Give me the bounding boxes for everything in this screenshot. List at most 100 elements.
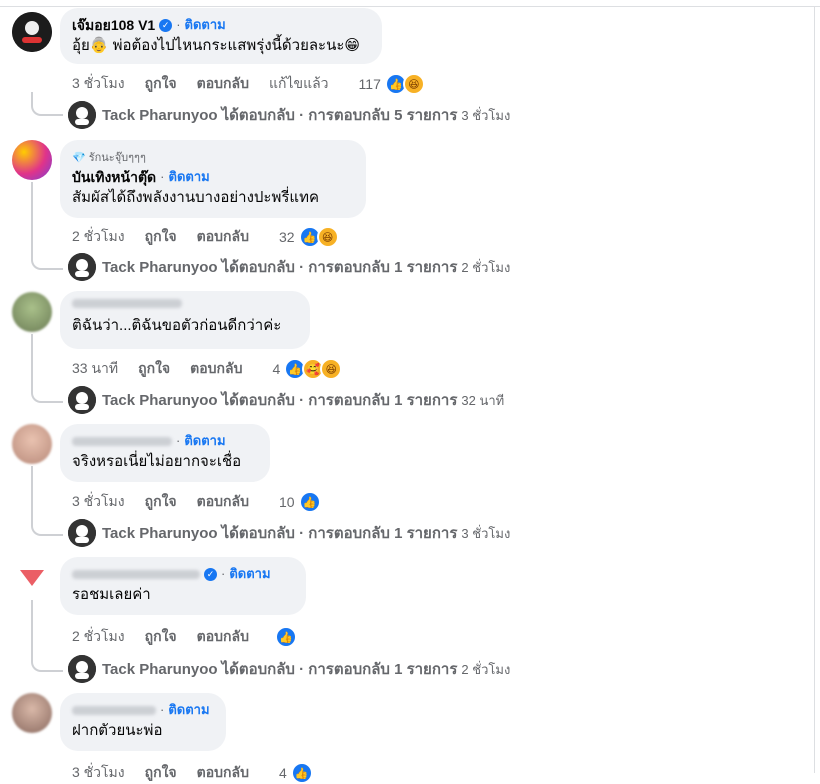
- reply-time: 2 ชั่วโมง: [461, 661, 511, 677]
- edited-label[interactable]: แก้ไขแล้ว: [269, 73, 329, 95]
- author-name-blurred: [72, 299, 182, 308]
- comment-actions: 3 ชั่วโมง ถูกใจ ตอบกลับ แก้ไขแล้ว 117 👍 …: [72, 73, 425, 95]
- author-name-blurred: [72, 705, 156, 715]
- avatar[interactable]: [12, 12, 52, 52]
- timestamp[interactable]: 33 นาที: [72, 358, 118, 380]
- author-line: เจ๊มอย108 V1 ✓ · ติดตาม: [72, 16, 370, 34]
- like-reaction-icon: 👍: [274, 626, 297, 648]
- author-line: ✓ · ติดตาม: [72, 565, 294, 583]
- thread-connector: [31, 182, 63, 270]
- author-name[interactable]: บันเทิงหน้าตุ๊ด: [72, 168, 156, 186]
- reply-author: Tack Pharunyoo: [102, 258, 218, 276]
- reactions[interactable]: 4 👍 🥰 😆: [272, 358, 343, 380]
- reactions[interactable]: 32 👍 😆: [279, 226, 339, 248]
- thread-connector: [31, 334, 63, 403]
- right-divider: [814, 6, 815, 773]
- haha-reaction-icon: 😆: [316, 226, 339, 248]
- reply-count-text: ได้ตอบกลับ · การตอบกลับ 5 รายการ: [221, 107, 458, 124]
- reply-summary[interactable]: Tack Pharunyoo ได้ตอบกลับ · การตอบกลับ 1…: [68, 253, 510, 281]
- author-line: [72, 299, 298, 308]
- author-line: · ติดตาม: [72, 701, 214, 719]
- author-name[interactable]: เจ๊มอย108 V1: [72, 16, 155, 34]
- reply-button[interactable]: ตอบกลับ: [190, 358, 242, 380]
- comment-actions: 3 ชั่วโมง ถูกใจ ตอบกลับ 10 👍: [72, 491, 321, 513]
- reply-button[interactable]: ตอบกลับ: [197, 491, 249, 513]
- like-button[interactable]: ถูกใจ: [145, 226, 177, 248]
- separator-dot: ·: [160, 169, 165, 184]
- reply-author: Tack Pharunyoo: [102, 106, 218, 124]
- reply-author: Tack Pharunyoo: [102, 391, 218, 409]
- reply-summary[interactable]: Tack Pharunyoo ได้ตอบกลับ · การตอบกลับ 5…: [68, 101, 510, 129]
- avatar[interactable]: [12, 558, 52, 598]
- author-line: · ติดตาม: [72, 432, 258, 450]
- avatar[interactable]: [12, 424, 52, 464]
- verified-badge-icon: ✓: [204, 567, 217, 581]
- reaction-count: 4: [272, 361, 281, 377]
- avatar-image: [20, 570, 44, 586]
- like-button[interactable]: ถูกใจ: [138, 358, 170, 380]
- comment-text: รอชมเลยค่า: [72, 586, 151, 603]
- like-button[interactable]: ถูกใจ: [145, 762, 177, 784]
- comment-actions: 2 ชั่วโมง ถูกใจ ตอบกลับ 👍: [72, 626, 297, 648]
- reply-count-text: ได้ตอบกลับ · การตอบกลับ 1 รายการ: [221, 661, 458, 678]
- top-divider: [0, 6, 820, 7]
- reaction-count: 4: [278, 765, 287, 781]
- avatar-image: [12, 12, 52, 52]
- reply-summary[interactable]: Tack Pharunyoo ได้ตอบกลับ · การตอบกลับ 1…: [68, 386, 504, 414]
- reactions[interactable]: 117 👍 😆: [359, 73, 425, 95]
- verified-badge-icon: ✓: [159, 18, 173, 32]
- reply-button[interactable]: ตอบกลับ: [197, 73, 249, 95]
- follow-button[interactable]: ติดตาม: [185, 16, 226, 34]
- reply-count-text: ได้ตอบกลับ · การตอบกลับ 1 รายการ: [221, 525, 458, 542]
- reaction-count: 117: [358, 76, 381, 92]
- like-reaction-icon: 👍: [290, 762, 313, 784]
- timestamp[interactable]: 3 ชั่วโมง: [72, 491, 125, 513]
- comment-text: จริงหรอเนี่ยไม่อยากจะเชื่อ: [72, 453, 242, 470]
- comment-actions: 33 นาที ถูกใจ ตอบกลับ 4 👍 🥰 😆: [72, 358, 343, 380]
- reply-avatar: [68, 655, 96, 683]
- avatar[interactable]: [12, 292, 52, 332]
- reactions[interactable]: 👍: [274, 626, 297, 648]
- timestamp[interactable]: 3 ชั่วโมง: [72, 762, 125, 784]
- follow-button[interactable]: ติดตาม: [184, 432, 225, 450]
- thread-connector: [31, 466, 63, 536]
- gem-badge-icon: 💎: [72, 151, 86, 164]
- timestamp[interactable]: 2 ชั่วโมง: [72, 226, 125, 248]
- reply-avatar: [68, 519, 96, 547]
- reactions[interactable]: 10 👍: [279, 491, 321, 513]
- reply-summary[interactable]: Tack Pharunyoo ได้ตอบกลับ · การตอบกลับ 1…: [68, 519, 510, 547]
- reply-time: 3 ชั่วโมง: [461, 525, 511, 541]
- author-name-blurred: [72, 569, 200, 579]
- comment-bubble: ติฉันว่า...ติฉันขอตัวก่อนดีกว่าค่ะ: [60, 291, 310, 349]
- like-button[interactable]: ถูกใจ: [145, 491, 177, 513]
- reply-time: 3 ชั่วโมง: [461, 107, 511, 123]
- reply-button[interactable]: ตอบกลับ: [197, 626, 249, 648]
- separator-dot: ·: [176, 433, 181, 448]
- like-button[interactable]: ถูกใจ: [145, 626, 177, 648]
- author-line: บันเทิงหน้าตุ๊ด · ติดตาม: [72, 168, 354, 186]
- follow-button[interactable]: ติดตาม: [169, 168, 210, 186]
- comment-bubble: · ติดตาม จริงหรอเนี่ยไม่อยากจะเชื่อ: [60, 424, 270, 482]
- avatar[interactable]: [12, 140, 52, 180]
- avatar[interactable]: [12, 693, 52, 733]
- reply-avatar: [68, 101, 96, 129]
- thread-connector: [31, 92, 63, 116]
- reply-button[interactable]: ตอบกลับ: [197, 762, 249, 784]
- author-name-blurred: [72, 436, 172, 446]
- like-button[interactable]: ถูกใจ: [145, 73, 177, 95]
- reply-button[interactable]: ตอบกลับ: [197, 226, 249, 248]
- reply-count-text: ได้ตอบกลับ · การตอบกลับ 1 รายการ: [221, 392, 458, 409]
- fan-badge: 💎 รักนะจุ๊บๆๆๆ: [72, 148, 354, 166]
- reactions[interactable]: 4 👍: [279, 762, 313, 784]
- reply-summary[interactable]: Tack Pharunyoo ได้ตอบกลับ · การตอบกลับ 1…: [68, 655, 510, 683]
- haha-reaction-icon: 😆: [320, 358, 343, 380]
- reply-time: 2 ชั่วโมง: [461, 259, 511, 275]
- badge-label: รักนะจุ๊บๆๆๆ: [88, 152, 146, 164]
- reply-author: Tack Pharunyoo: [102, 524, 218, 542]
- timestamp[interactable]: 2 ชั่วโมง: [72, 626, 125, 648]
- follow-button[interactable]: ติดตาม: [229, 565, 270, 583]
- separator-dot: ·: [160, 702, 165, 717]
- reaction-count: 32: [278, 229, 295, 245]
- timestamp[interactable]: 3 ชั่วโมง: [72, 73, 125, 95]
- follow-button[interactable]: ติดตาม: [168, 701, 209, 719]
